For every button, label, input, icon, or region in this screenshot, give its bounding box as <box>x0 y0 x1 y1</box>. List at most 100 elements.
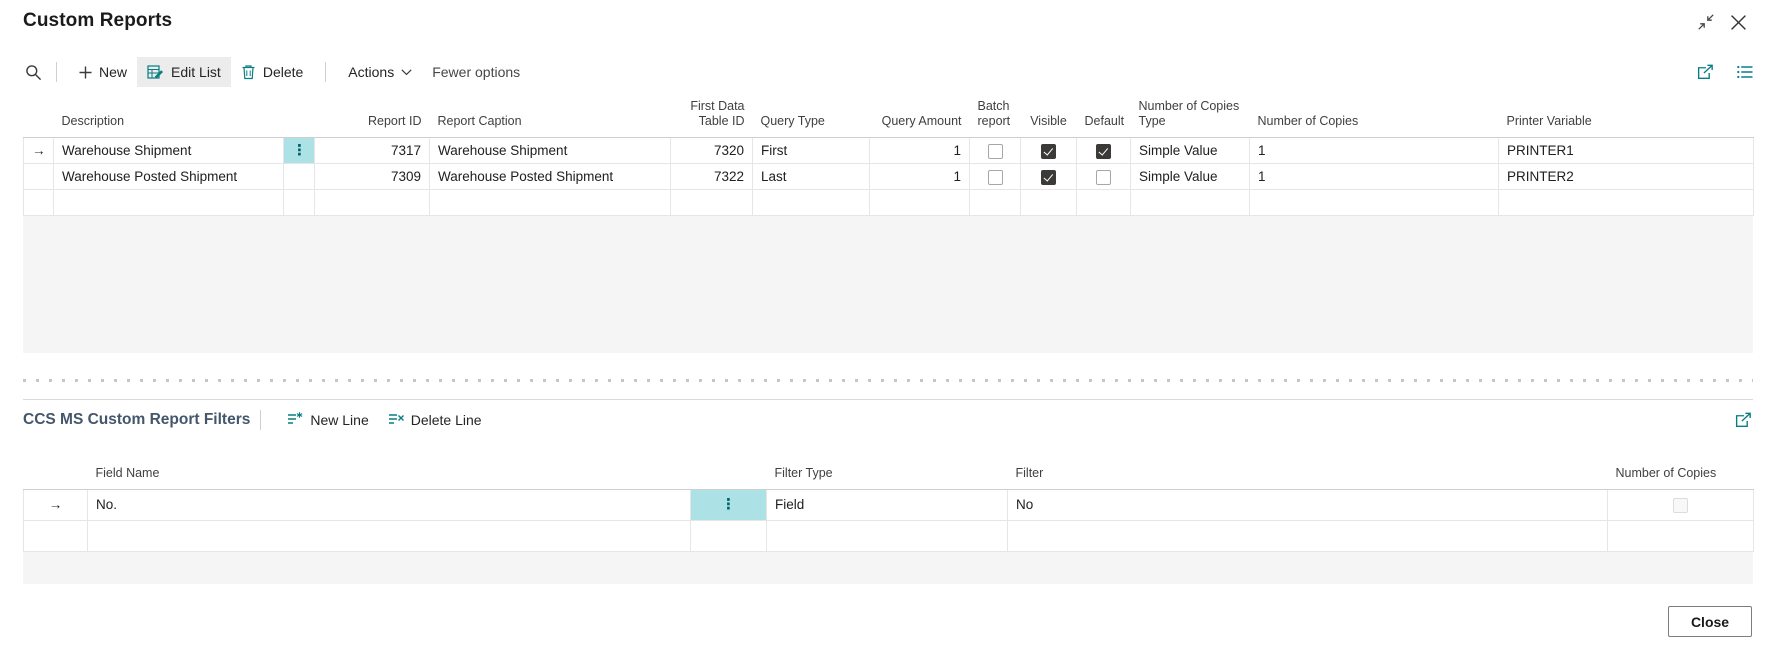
column-header-filter-type[interactable]: Filter Type <box>767 440 1008 490</box>
column-header-number-of-copies[interactable]: Number of Copies <box>1608 440 1754 490</box>
window-controls <box>1697 10 1747 31</box>
filter-cell[interactable] <box>1008 521 1608 552</box>
column-header-number-of-copies-type[interactable]: Number of Copies Type <box>1131 88 1250 138</box>
query-amount-cell[interactable]: 1 <box>870 164 970 190</box>
column-header-filter[interactable]: Filter <box>1008 440 1608 490</box>
row-handle-cell[interactable] <box>691 521 767 552</box>
query-amount-cell[interactable] <box>870 190 970 216</box>
number-of-copies-type-cell[interactable] <box>1131 190 1250 216</box>
column-header-number-of-copies[interactable]: Number of Copies <box>1250 88 1499 138</box>
column-header-default[interactable]: Default <box>1077 88 1131 138</box>
plus-icon <box>79 66 92 79</box>
filter-type-cell[interactable]: Field <box>767 490 1008 521</box>
column-header-printer-variable[interactable]: Printer Variable <box>1499 88 1754 138</box>
row-selector-cell[interactable] <box>24 521 88 552</box>
first-data-table-id-cell[interactable]: 7322 <box>671 164 753 190</box>
number-of-copies-type-cell[interactable]: Simple Value <box>1131 164 1250 190</box>
current-row-indicator[interactable]: → <box>24 138 54 164</box>
default-checkbox[interactable] <box>1096 170 1111 185</box>
number-of-copies-cell[interactable] <box>1608 521 1754 552</box>
row-handle-dots-icon: ⋮ <box>292 142 307 159</box>
default-cell <box>1077 164 1131 190</box>
column-header-query-type[interactable]: Query Type <box>753 88 870 138</box>
column-header-field-name[interactable]: Field Name <box>88 440 691 490</box>
report-id-cell[interactable]: 7309 <box>315 164 430 190</box>
column-header-description[interactable]: Description <box>54 88 284 138</box>
report-caption-cell[interactable]: Warehouse Shipment <box>430 138 671 164</box>
number-of-copies-cell[interactable]: 1 <box>1250 164 1499 190</box>
description-cell[interactable] <box>54 190 284 216</box>
restore-window-icon[interactable] <box>1697 13 1715 31</box>
query-type-cell[interactable] <box>753 190 870 216</box>
delete-line-icon <box>387 411 405 430</box>
delete-button-label: Delete <box>263 64 303 80</box>
report-id-cell[interactable] <box>315 190 430 216</box>
new-button[interactable]: New <box>69 57 137 87</box>
close-window-icon[interactable] <box>1730 14 1747 31</box>
table-row-empty <box>24 521 1754 552</box>
column-header-visible[interactable]: Visible <box>1021 88 1077 138</box>
new-line-button[interactable]: New Line <box>277 405 377 435</box>
delete-button[interactable]: Delete <box>231 57 313 87</box>
delete-line-button[interactable]: Delete Line <box>378 405 491 435</box>
search-icon[interactable] <box>25 64 42 81</box>
filter-type-cell[interactable] <box>767 521 1008 552</box>
number-of-copies-checkbox[interactable] <box>1673 498 1688 513</box>
default-checkbox[interactable] <box>1096 144 1111 159</box>
visible-cell[interactable] <box>1021 190 1077 216</box>
batch-report-checkbox[interactable] <box>988 170 1003 185</box>
page-title: Custom Reports <box>23 10 172 32</box>
row-handle-column-header <box>691 440 767 490</box>
actions-menu-button[interactable]: Actions <box>338 57 422 87</box>
printer-variable-cell[interactable]: PRINTER1 <box>1499 138 1754 164</box>
toolbar-separator <box>325 62 326 82</box>
current-row-indicator[interactable]: → <box>24 490 88 521</box>
edit-list-button[interactable]: Edit List <box>137 57 231 87</box>
row-handle-cell[interactable]: ⋮ <box>284 138 315 164</box>
column-header-batch-report[interactable]: Batch report <box>970 88 1021 138</box>
batch-report-checkbox[interactable] <box>988 144 1003 159</box>
visible-checkbox[interactable] <box>1041 170 1056 185</box>
number-of-copies-cell[interactable]: 1 <box>1250 138 1499 164</box>
number-of-copies-type-cell[interactable]: Simple Value <box>1131 138 1250 164</box>
edit-list-button-label: Edit List <box>171 64 221 80</box>
column-header-first-data-table-id[interactable]: First Data Table ID <box>671 88 753 138</box>
printer-variable-cell[interactable] <box>1499 190 1754 216</box>
filter-cell[interactable]: No <box>1008 490 1608 521</box>
column-header-query-amount[interactable]: Query Amount <box>870 88 970 138</box>
batch-report-cell <box>970 138 1021 164</box>
row-handle-cell[interactable] <box>284 190 315 216</box>
number-of-copies-cell[interactable] <box>1250 190 1499 216</box>
row-handle-cell[interactable] <box>284 164 315 190</box>
first-data-table-id-cell[interactable] <box>671 190 753 216</box>
field-name-cell[interactable]: No. <box>88 490 691 521</box>
printer-variable-cell[interactable]: PRINTER2 <box>1499 164 1754 190</box>
share-icon[interactable] <box>1734 412 1753 429</box>
visible-checkbox[interactable] <box>1041 144 1056 159</box>
filters-section-header: CCS MS Custom Report Filters New Line De… <box>23 399 1753 441</box>
column-header-report-id[interactable]: Report ID <box>315 88 430 138</box>
report-id-cell[interactable]: 7317 <box>315 138 430 164</box>
column-header-report-caption[interactable]: Report Caption <box>430 88 671 138</box>
edit-list-icon <box>147 64 164 80</box>
field-name-cell[interactable] <box>88 521 691 552</box>
first-data-table-id-cell[interactable]: 7320 <box>671 138 753 164</box>
share-icon[interactable] <box>1696 64 1715 81</box>
default-cell[interactable] <box>1077 190 1131 216</box>
description-cell[interactable]: Warehouse Shipment <box>54 138 284 164</box>
list-view-icon[interactable] <box>1737 65 1753 79</box>
query-type-cell[interactable]: First <box>753 138 870 164</box>
row-selector-cell[interactable] <box>24 164 54 190</box>
new-button-label: New <box>99 64 127 80</box>
close-button[interactable]: Close <box>1668 606 1752 637</box>
batch-report-cell[interactable] <box>970 190 1021 216</box>
query-amount-cell[interactable]: 1 <box>870 138 970 164</box>
report-caption-cell[interactable] <box>430 190 671 216</box>
row-handle-cell[interactable]: ⋮ <box>691 490 767 521</box>
fewer-options-button[interactable]: Fewer options <box>422 57 530 87</box>
background-panel <box>23 552 1753 584</box>
description-cell[interactable]: Warehouse Posted Shipment <box>54 164 284 190</box>
report-caption-cell[interactable]: Warehouse Posted Shipment <box>430 164 671 190</box>
query-type-cell[interactable]: Last <box>753 164 870 190</box>
row-selector-cell[interactable] <box>24 190 54 216</box>
